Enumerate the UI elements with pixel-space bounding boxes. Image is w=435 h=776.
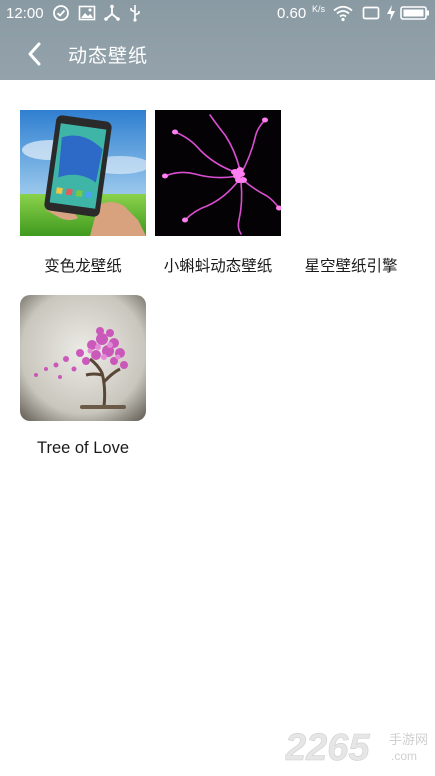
usb-share-icon — [104, 4, 120, 21]
wallpaper-thumbnail — [20, 295, 146, 421]
charging-icon — [387, 5, 395, 21]
chevron-left-icon — [28, 42, 41, 66]
site-watermark: 2265 手游网 .com — [285, 727, 428, 770]
wallpaper-thumbnail-empty — [288, 110, 414, 236]
page-title: 动态壁纸 — [68, 45, 149, 67]
check-circle-icon — [53, 5, 69, 21]
watermark-suffix-bottom: .com — [391, 749, 417, 763]
watermark-suffix-top: 手游网 — [389, 733, 428, 748]
wallpaper-label: 星空壁纸引擎 — [304, 257, 398, 275]
watermark-number: 2265 — [285, 727, 370, 769]
screen-icon — [362, 6, 380, 20]
wallpaper-thumbnail — [155, 110, 281, 236]
back-button[interactable] — [20, 39, 50, 69]
usb-icon — [130, 5, 140, 22]
network-speed: 0.60 — [277, 5, 307, 22]
app-bar: 动态壁纸 — [0, 28, 435, 80]
wallpaper-label: Tree of Love — [36, 439, 130, 457]
wallpaper-label: 小蝌蚪动态壁纸 — [163, 257, 273, 275]
status-time: 12:00 — [6, 5, 44, 22]
wallpaper-label: 变色龙壁纸 — [44, 257, 122, 275]
status-bar: 12:00 0.60 K/s — [0, 0, 435, 28]
battery-icon — [400, 6, 429, 20]
wallpaper-thumbnail — [20, 110, 146, 236]
network-speed-unit: K/s — [312, 4, 326, 14]
wifi-icon — [333, 5, 353, 22]
image-icon — [78, 5, 96, 21]
header: 12:00 0.60 K/s 动态壁纸 — [0, 0, 435, 80]
